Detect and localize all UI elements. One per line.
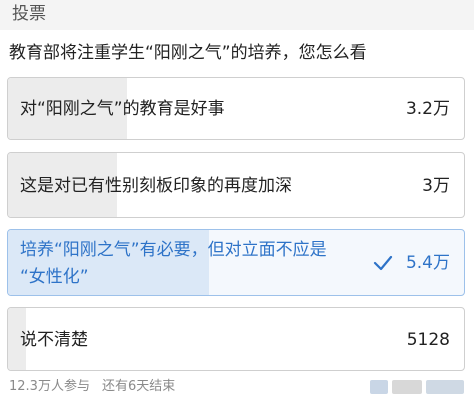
option-label: 对“阳刚之气”的教育是好事 xyxy=(20,99,225,119)
option-label: 说不清楚 xyxy=(20,330,88,350)
checkmark-icon xyxy=(373,255,393,271)
vote-count: 3.2万 xyxy=(405,99,450,119)
blurred-watermark xyxy=(426,380,464,394)
option-label-line2: “女性化” xyxy=(20,267,89,287)
poll-option-2[interactable]: 这是对已有性别刻板印象的再度加深 3万 xyxy=(7,152,465,218)
time-remaining: 还有6天结束 xyxy=(101,379,176,394)
header-bar: 投票 xyxy=(0,0,474,30)
poll-question: 教育部将注重学生“阳刚之气”的培养，您怎么看 xyxy=(9,43,367,63)
header-title: 投票 xyxy=(12,4,46,24)
poll-option-1[interactable]: 对“阳刚之气”的教育是好事 3.2万 xyxy=(7,77,465,140)
vote-count: 5128 xyxy=(406,330,450,350)
blurred-watermark xyxy=(370,380,388,394)
option-label-line1: 培养“阳刚之气”有必要，但对立面不应是 xyxy=(20,240,327,260)
poll-footer: 12.3万人参与 还有6天结束 xyxy=(9,378,175,396)
poll-option-4[interactable]: 说不清楚 5128 xyxy=(7,307,465,371)
participant-count: 12.3万人参与 xyxy=(9,379,90,394)
vote-count: 5.4万 xyxy=(405,253,450,273)
blurred-watermark xyxy=(392,380,422,394)
poll-option-3[interactable]: 培养“阳刚之气”有必要，但对立面不应是 “女性化” 5.4万 xyxy=(7,229,465,296)
option-label: 这是对已有性别刻板印象的再度加深 xyxy=(20,176,292,196)
vote-count: 3万 xyxy=(422,176,450,196)
